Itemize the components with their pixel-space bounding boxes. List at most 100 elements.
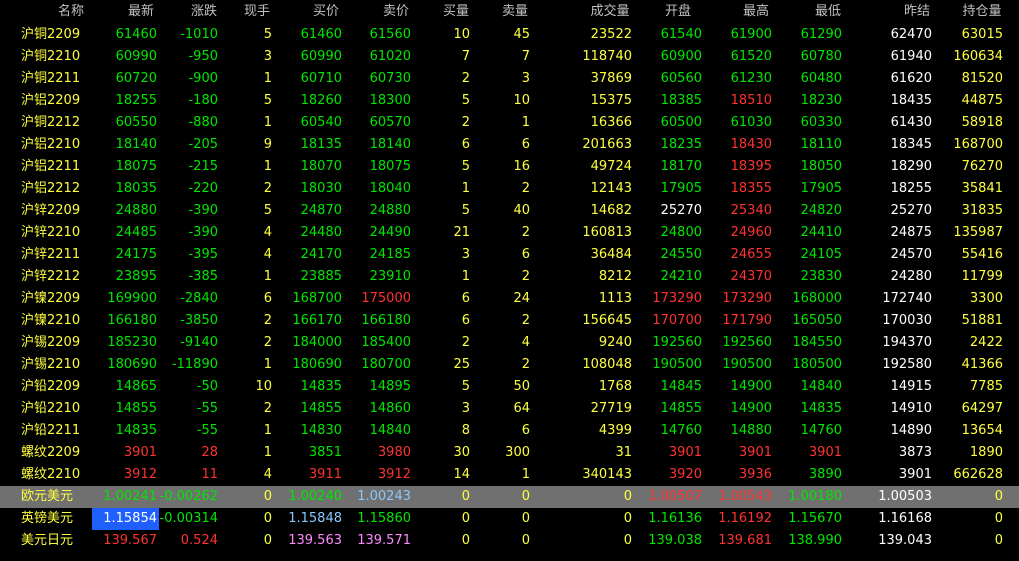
cell-low: 14835 xyxy=(800,401,842,416)
cell-askv: 0 xyxy=(521,533,530,548)
cell-high: 18355 xyxy=(730,181,772,196)
cell-pre: 192580 xyxy=(882,357,932,372)
cell-askv: 7 xyxy=(521,49,530,64)
cell-askv: 1 xyxy=(521,467,530,482)
cell-ask: 175000 xyxy=(361,291,411,306)
quote-row[interactable]: 英镑美元 1.15854 -0.00314 0 1.15848 1.15860 0 0 0 1.1… xyxy=(0,508,1019,530)
cell-low: 18230 xyxy=(800,93,842,108)
cell-pre: 3901 xyxy=(898,467,932,482)
quote-row[interactable]: 沪锡2209 185230 -9140 2 184000 185400 2 4 9240 1925… xyxy=(0,332,1019,354)
cell-low: 18050 xyxy=(800,159,842,174)
cell-vol: 201663 xyxy=(582,137,632,152)
instrument-name: 沪铝2209 xyxy=(21,93,81,108)
instrument-name: 沪铅2210 xyxy=(21,401,81,416)
cell-last: 169900 xyxy=(107,291,157,306)
cell-oi: 81520 xyxy=(961,71,1003,86)
cell-high: 18395 xyxy=(730,159,772,174)
cell-bid: 14835 xyxy=(300,379,342,394)
quote-row[interactable]: 螺纹2209 3901 28 1 3851 3980 30 300 31 3901 3901 3901… xyxy=(0,442,1019,464)
cell-cur: 1 xyxy=(263,71,272,86)
cell-chg: -9140 xyxy=(180,335,218,350)
cell-chg: -11890 xyxy=(171,357,218,372)
cell-last: 60720 xyxy=(115,71,157,86)
cell-askv: 6 xyxy=(521,247,530,262)
quote-table: 名称 最新 涨跌 现手 买价 卖价 买量 卖量 成交量 开盘 最高 最低 昨结 持仓量 沪铜2209 614… xyxy=(0,0,1019,552)
instrument-name: 沪铅2209 xyxy=(21,379,81,394)
cell-open: 3920 xyxy=(668,467,702,482)
cell-low: 24105 xyxy=(800,247,842,262)
quote-row[interactable]: 沪铜2211 60720 -900 1 60710 60730 2 3 37869 60560 61… xyxy=(0,68,1019,90)
instrument-name: 沪镍2209 xyxy=(21,291,81,306)
cell-oi: 55416 xyxy=(961,247,1003,262)
quote-row[interactable]: 美元日元 139.567 0.524 0 139.563 139.571 0 0 0 139.03… xyxy=(0,530,1019,552)
cell-cur: 1 xyxy=(263,159,272,174)
quote-row[interactable]: 沪镍2209 169900 -2840 6 168700 175000 6 24 1113 173… xyxy=(0,288,1019,310)
column-header-low[interactable]: 最低 xyxy=(788,0,868,24)
cell-cur: 4 xyxy=(263,247,272,262)
cell-ask: 166180 xyxy=(361,313,411,328)
cell-low: 1.00180 xyxy=(788,489,842,504)
table-body: 沪铜2209 61460 -1010 5 61460 61560 10 45 23522 6154… xyxy=(0,24,1019,552)
cell-cur: 1 xyxy=(263,445,272,460)
cell-oi: 76270 xyxy=(961,159,1003,174)
column-header-askv[interactable]: 卖量 xyxy=(475,0,555,24)
cell-oi: 168700 xyxy=(953,137,1003,152)
cell-vol: 160813 xyxy=(582,225,632,240)
quote-row[interactable]: 螺纹2210 3912 11 4 3911 3912 14 1 340143 3920 3936 38… xyxy=(0,464,1019,486)
cell-oi: 0 xyxy=(994,533,1003,548)
cell-chg: 11 xyxy=(201,467,218,482)
cell-cur: 5 xyxy=(263,93,272,108)
cell-chg: -2840 xyxy=(180,291,218,306)
quote-row[interactable]: 沪铅2209 14865 -50 10 14835 14895 5 50 1768 14845 14… xyxy=(0,376,1019,398)
column-header-high[interactable]: 最高 xyxy=(716,0,796,24)
cell-high: 18510 xyxy=(730,93,772,108)
cell-high: 190500 xyxy=(722,357,772,372)
quote-row[interactable]: 欧元美元 1.00241 -0.00262 0 1.00240 1.00243 0 0 0 1.0… xyxy=(0,486,1019,508)
cell-last: 180690 xyxy=(107,357,157,372)
quote-row[interactable]: 沪铅2210 14855 -55 2 14855 14860 3 64 27719 14855 14… xyxy=(0,398,1019,420)
quote-row[interactable]: 沪铜2209 61460 -1010 5 61460 61560 10 45 23522 6154… xyxy=(0,24,1019,46)
cell-bidv: 1 xyxy=(461,181,470,196)
quote-row[interactable]: 沪铜2212 60550 -880 1 60540 60570 2 1 16366 60500 61… xyxy=(0,112,1019,134)
cell-high: 61900 xyxy=(730,27,772,42)
column-header-oi[interactable]: 持仓量 xyxy=(942,0,1019,24)
cell-askv: 1 xyxy=(521,115,530,130)
quote-row[interactable]: 沪锌2209 24880 -390 5 24870 24880 5 40 14682 25270 2… xyxy=(0,200,1019,222)
cell-chg: -950 xyxy=(188,49,218,64)
column-header-cur[interactable]: 现手 xyxy=(217,0,297,24)
column-header-open[interactable]: 开盘 xyxy=(638,0,718,24)
quote-row[interactable]: 沪锌2212 23895 -385 1 23885 23910 1 2 8212 24210 243… xyxy=(0,266,1019,288)
quote-row[interactable]: 沪铝2212 18035 -220 2 18030 18040 1 2 12143 17905 18… xyxy=(0,178,1019,200)
cell-ask: 18040 xyxy=(369,181,411,196)
cell-bidv: 5 xyxy=(461,203,470,218)
cell-bid: 14830 xyxy=(300,423,342,438)
quote-row[interactable]: 沪铅2211 14835 -55 1 14830 14840 8 6 4399 14760 1488… xyxy=(0,420,1019,442)
cell-bidv: 6 xyxy=(461,313,470,328)
quote-row[interactable]: 沪铝2210 18140 -205 9 18135 18140 6 6 201663 18235 1… xyxy=(0,134,1019,156)
cell-bidv: 7 xyxy=(461,49,470,64)
cell-bidv: 10 xyxy=(453,27,470,42)
cell-ask: 23910 xyxy=(369,269,411,284)
quote-row[interactable]: 沪锌2210 24485 -390 4 24480 24490 21 2 160813 24800… xyxy=(0,222,1019,244)
cell-last: 61460 xyxy=(115,27,157,42)
quote-row[interactable]: 沪镍2210 166180 -3850 2 166170 166180 6 2 156645 17… xyxy=(0,310,1019,332)
cell-pre: 61430 xyxy=(890,115,932,130)
instrument-name: 螺纹2210 xyxy=(21,467,81,482)
cell-last: 18075 xyxy=(115,159,157,174)
quote-row[interactable]: 沪锡2210 180690 -11890 1 180690 180700 25 2 108048… xyxy=(0,354,1019,376)
column-header-name[interactable]: 名称 xyxy=(31,0,111,24)
quote-row[interactable]: 沪铝2209 18255 -180 5 18260 18300 5 10 15375 18385 1… xyxy=(0,90,1019,112)
cell-askv: 300 xyxy=(505,445,530,460)
quote-row[interactable]: 沪铜2210 60990 -950 3 60990 61020 7 7 118740 60900 6… xyxy=(0,46,1019,68)
cell-high: 24960 xyxy=(730,225,772,240)
cell-askv: 2 xyxy=(521,313,530,328)
cell-open: 1.16136 xyxy=(648,511,702,526)
cell-chg: -0.00262 xyxy=(159,489,218,504)
instrument-name: 沪锡2210 xyxy=(21,357,81,372)
cell-last: 18140 xyxy=(115,137,157,152)
instrument-name: 沪镍2210 xyxy=(21,313,81,328)
column-header-bid[interactable]: 买价 xyxy=(286,0,366,24)
quote-row[interactable]: 沪锌2211 24175 -395 4 24170 24185 3 6 36484 24550 24… xyxy=(0,244,1019,266)
cell-low: 24820 xyxy=(800,203,842,218)
quote-row[interactable]: 沪铝2211 18075 -215 1 18070 18075 5 16 49724 18170 1… xyxy=(0,156,1019,178)
